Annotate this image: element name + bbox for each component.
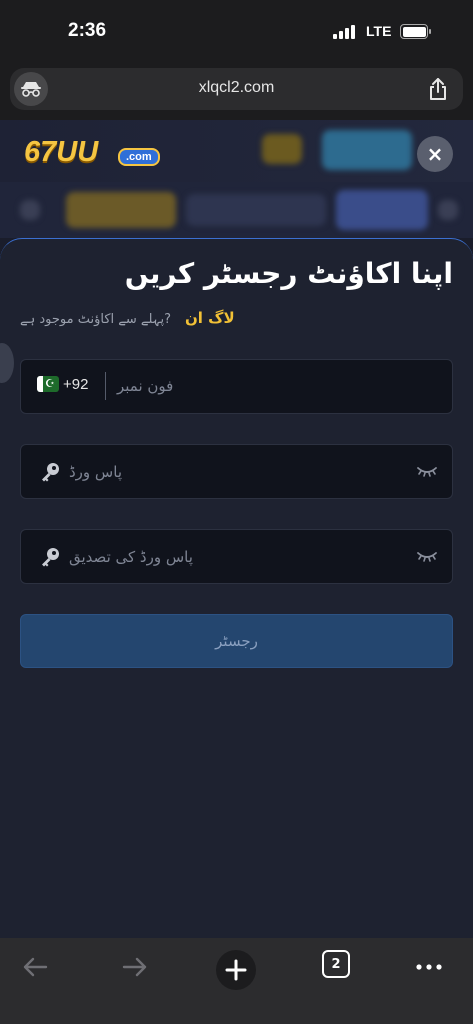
side-handle[interactable] bbox=[0, 343, 14, 383]
password-placeholder: پاس ورڈ bbox=[69, 463, 122, 481]
back-arrow-icon[interactable] bbox=[18, 950, 52, 984]
phone-placeholder: فون نمبر bbox=[117, 377, 174, 395]
register-modal: اپنا اکاؤنٹ رجسٹر کریں لاگ ان ?پہلے سے ا… bbox=[0, 238, 473, 938]
blurred-banner-row bbox=[0, 182, 473, 238]
plus-icon bbox=[225, 959, 247, 981]
register-title: اپنا اکاؤنٹ رجسٹر کریں bbox=[124, 257, 453, 290]
eye-closed-icon[interactable] bbox=[416, 463, 438, 479]
pakistan-flag-icon: ☪ bbox=[37, 376, 59, 392]
country-code[interactable]: +92 bbox=[63, 376, 88, 393]
tabs-button[interactable]: 2 bbox=[322, 950, 350, 978]
site-header: 67UU .com × bbox=[0, 120, 473, 182]
forward-arrow-icon[interactable] bbox=[118, 950, 152, 984]
url-text[interactable]: xlqcl2.com bbox=[10, 79, 463, 97]
status-bar: 2:36 LTE bbox=[0, 0, 473, 66]
blurred-banner-icon bbox=[262, 134, 302, 164]
confirm-password-field[interactable]: پاس ورڈ کی تصدیق bbox=[20, 529, 453, 584]
field-divider bbox=[105, 372, 106, 400]
login-prompt: لاگ ان ?پہلے سے اکاؤنٹ موجود ہے bbox=[20, 309, 453, 327]
network-type: LTE bbox=[366, 23, 392, 39]
confirm-password-placeholder: پاس ورڈ کی تصدیق bbox=[69, 548, 193, 566]
password-field[interactable]: پاس ورڈ bbox=[20, 444, 453, 499]
battery-icon bbox=[400, 24, 431, 39]
key-icon bbox=[42, 463, 59, 482]
browser-toolbar: 2 bbox=[0, 938, 473, 1024]
new-tab-button[interactable] bbox=[216, 950, 256, 990]
login-link[interactable]: لاگ ان bbox=[185, 309, 235, 327]
address-bar[interactable]: xlqcl2.com bbox=[10, 68, 463, 110]
register-button[interactable]: رجسٹر bbox=[20, 614, 453, 668]
logo-text: 67UU bbox=[24, 136, 99, 168]
signal-icon bbox=[333, 25, 359, 39]
have-account-text: ?پہلے سے اکاؤنٹ موجود ہے bbox=[20, 312, 171, 327]
more-dots-icon[interactable] bbox=[412, 950, 446, 984]
site-logo[interactable]: 67UU .com bbox=[24, 134, 164, 174]
status-time: 2:36 bbox=[68, 20, 107, 41]
blurred-banner-button bbox=[322, 130, 412, 170]
eye-closed-icon[interactable] bbox=[416, 548, 438, 564]
key-icon bbox=[42, 548, 59, 567]
close-button[interactable]: × bbox=[417, 136, 453, 172]
share-icon[interactable] bbox=[427, 77, 449, 101]
phone-field[interactable]: ☪ +92 فون نمبر bbox=[20, 359, 453, 414]
logo-suffix: .com bbox=[118, 148, 160, 166]
